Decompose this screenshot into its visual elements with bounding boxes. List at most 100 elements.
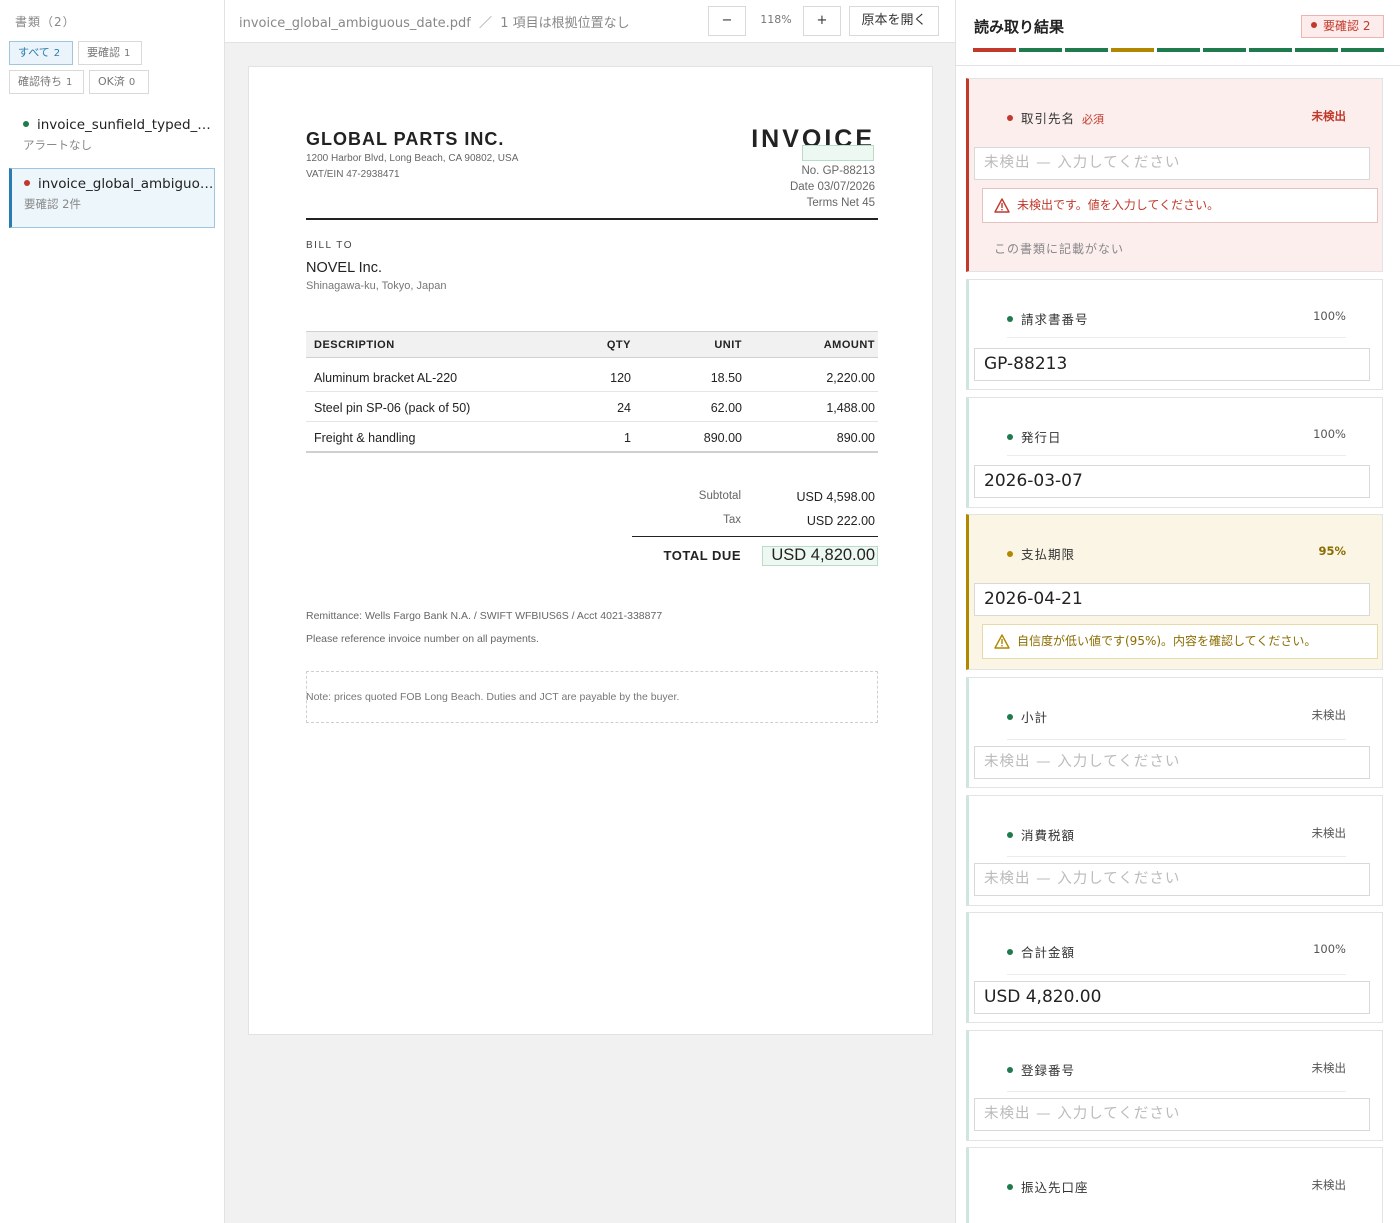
reference-note: Please reference invoice number on all p… xyxy=(306,633,539,645)
status-dot xyxy=(1007,832,1013,838)
column-header: DESCRIPTION xyxy=(314,339,395,351)
document-viewer: invoice_global_ambiguous_date.pdf ／ 1 項目… xyxy=(225,0,955,1223)
filter-needs-review[interactable]: 要確認 1 xyxy=(78,41,142,65)
filter-label: 要確認 xyxy=(87,46,120,59)
total-input[interactable]: USD 4,820.00 xyxy=(974,981,1370,1014)
zoom-out-button[interactable]: − xyxy=(708,6,746,36)
tax-label: Tax xyxy=(723,514,741,526)
doc-name: invoice_global_ambiguo… xyxy=(38,176,214,192)
doc-status: 要確認 2件 xyxy=(24,197,81,211)
field-confidence: 100% xyxy=(1313,942,1346,956)
registration-number-input[interactable]: 未検出 — 入力してください xyxy=(974,1098,1370,1131)
bill-to-address: Shinagawa-ku, Tokyo, Japan xyxy=(306,280,447,292)
company-name: GLOBAL PARTS INC. xyxy=(306,129,505,149)
doc-list-item[interactable]: invoice_sunfield_typed_… アラートなし xyxy=(9,110,215,170)
field-card-issue-date: 発行日 100% 2026-03-07 xyxy=(966,397,1383,508)
progress-segment-error xyxy=(973,48,1016,52)
progress-segment-ok xyxy=(1019,48,1062,52)
panel-title: 読み取り結果 xyxy=(974,18,1065,36)
not-on-document-option[interactable]: この書類に記載がない xyxy=(994,240,1124,257)
doc-name-row: invoice_global_ambiguo… xyxy=(24,176,214,192)
column-header: UNIT xyxy=(714,339,742,351)
line-item-qty: 1 xyxy=(624,431,631,445)
line-item-amount: 1,488.00 xyxy=(826,401,875,415)
field-label: 取引先名 xyxy=(1021,111,1076,126)
field-divider xyxy=(1007,856,1346,857)
column-header: QTY xyxy=(606,339,631,351)
field-card-registration-number: 登録番号 未検出 未検出 — 入力してください xyxy=(966,1030,1383,1141)
filter-pending[interactable]: 確認待ち 1 xyxy=(9,70,84,94)
zoom-in-button[interactable]: + xyxy=(803,6,841,36)
progress-segment-ok xyxy=(1295,48,1338,52)
line-item-amount: 2,220.00 xyxy=(826,371,875,385)
doc-list-item-selected[interactable]: invoice_global_ambiguo… 要確認 2件 xyxy=(9,168,215,228)
open-original-button[interactable]: 原本を開く xyxy=(849,6,939,36)
filter-count: 0 xyxy=(128,77,136,88)
field-label: 登録番号 xyxy=(1021,1063,1076,1078)
panel-divider xyxy=(956,65,1400,66)
vendor-input[interactable]: 未検出 — 入力してください xyxy=(974,147,1370,180)
field-label: 請求書番号 xyxy=(1021,312,1089,327)
company-address: 1200 Harbor Blvd, Long Beach, CA 90802, … xyxy=(306,153,519,164)
progress-segment-ok xyxy=(1249,48,1292,52)
filter-ok[interactable]: OK済 0 xyxy=(89,70,149,94)
status-dot xyxy=(1007,434,1013,440)
field-label: 発行日 xyxy=(1021,430,1062,445)
status-dot xyxy=(1007,551,1013,557)
invoice-terms: Terms Net 45 xyxy=(806,197,875,209)
error-alert: 未検出です。値を入力してください。 xyxy=(982,188,1378,223)
filter-label: OK済 xyxy=(98,75,125,88)
field-label: 合計金額 xyxy=(1021,945,1076,960)
field-header: 振込先口座 xyxy=(1007,1177,1089,1196)
totals-rule xyxy=(632,536,878,537)
tax-input[interactable]: 未検出 — 入力してください xyxy=(974,863,1370,896)
line-item-amount: 890.00 xyxy=(836,431,875,445)
status-dot xyxy=(1007,115,1013,121)
warning-icon xyxy=(994,634,1010,649)
field-label: 支払期限 xyxy=(1021,547,1076,562)
field-divider xyxy=(1007,974,1346,975)
header-rule xyxy=(306,218,878,220)
subtotal-label: Subtotal xyxy=(698,490,741,502)
field-confidence: 100% xyxy=(1313,309,1346,323)
extraction-panel: 読み取り結果 要確認 2 取引先名 必須 未検出 未検出 — 入力してください 未… xyxy=(955,0,1400,1223)
field-header: 消費税額 xyxy=(1007,825,1075,844)
filter-count: 2 xyxy=(53,48,61,59)
field-header: 合計金額 xyxy=(1007,942,1075,961)
line-item-qty: 24 xyxy=(617,401,631,415)
invoice-number-input[interactable]: GP-88213 xyxy=(974,348,1370,381)
filter-label: すべて xyxy=(18,46,50,59)
line-item-qty: 120 xyxy=(610,371,631,385)
note-text: Note: prices quoted FOB Long Beach. Duti… xyxy=(306,691,680,703)
progress-segment-ok xyxy=(1065,48,1108,52)
total-due-label: TOTAL DUE xyxy=(663,548,741,563)
status-dot xyxy=(23,121,29,127)
total-due-value: USD 4,820.00 xyxy=(771,546,875,564)
tax-value: USD 222.00 xyxy=(806,514,875,528)
subtotal-value: USD 4,598.00 xyxy=(796,490,875,504)
field-header: 請求書番号 xyxy=(1007,309,1089,328)
sidebar-heading: 書類（2） xyxy=(15,15,76,29)
filter-all[interactable]: すべて 2 xyxy=(9,41,73,65)
needs-review-badge[interactable]: 要確認 2 xyxy=(1301,15,1384,38)
field-divider xyxy=(1007,455,1346,456)
alert-text: 未検出です。値を入力してください。 xyxy=(1017,198,1220,212)
field-header: 小計 xyxy=(1007,707,1048,726)
warning-alert: 自信度が低い値です(95%)。内容を確認してください。 xyxy=(982,624,1378,659)
document-sidebar: 書類（2） すべて 2 要確認 1 確認待ち 1 OK済 0 invoice_sunfi… xyxy=(0,0,225,1223)
subtotal-input[interactable]: 未検出 — 入力してください xyxy=(974,746,1370,779)
path-separator: ／ xyxy=(479,16,493,31)
zoom-level: 118% xyxy=(760,13,792,26)
status-dot xyxy=(1007,1067,1013,1073)
viewer-toolbar: invoice_global_ambiguous_date.pdf ／ 1 項目… xyxy=(225,0,955,43)
due-date-input[interactable]: 2026-04-21 xyxy=(974,583,1370,616)
status-dot xyxy=(1311,22,1317,28)
field-status: 未検出 xyxy=(1311,1178,1347,1192)
issue-date-input[interactable]: 2026-03-07 xyxy=(974,465,1370,498)
field-header: 取引先名 必須 xyxy=(1007,108,1104,127)
required-tag: 必須 xyxy=(1082,113,1105,126)
field-confidence: 95% xyxy=(1318,544,1346,558)
file-path: invoice_global_ambiguous_date.pdf ／ 1 項目… xyxy=(239,12,630,31)
field-status: 未検出 xyxy=(1311,708,1347,722)
field-card-subtotal: 小計 未検出 未検出 — 入力してください xyxy=(966,677,1383,788)
